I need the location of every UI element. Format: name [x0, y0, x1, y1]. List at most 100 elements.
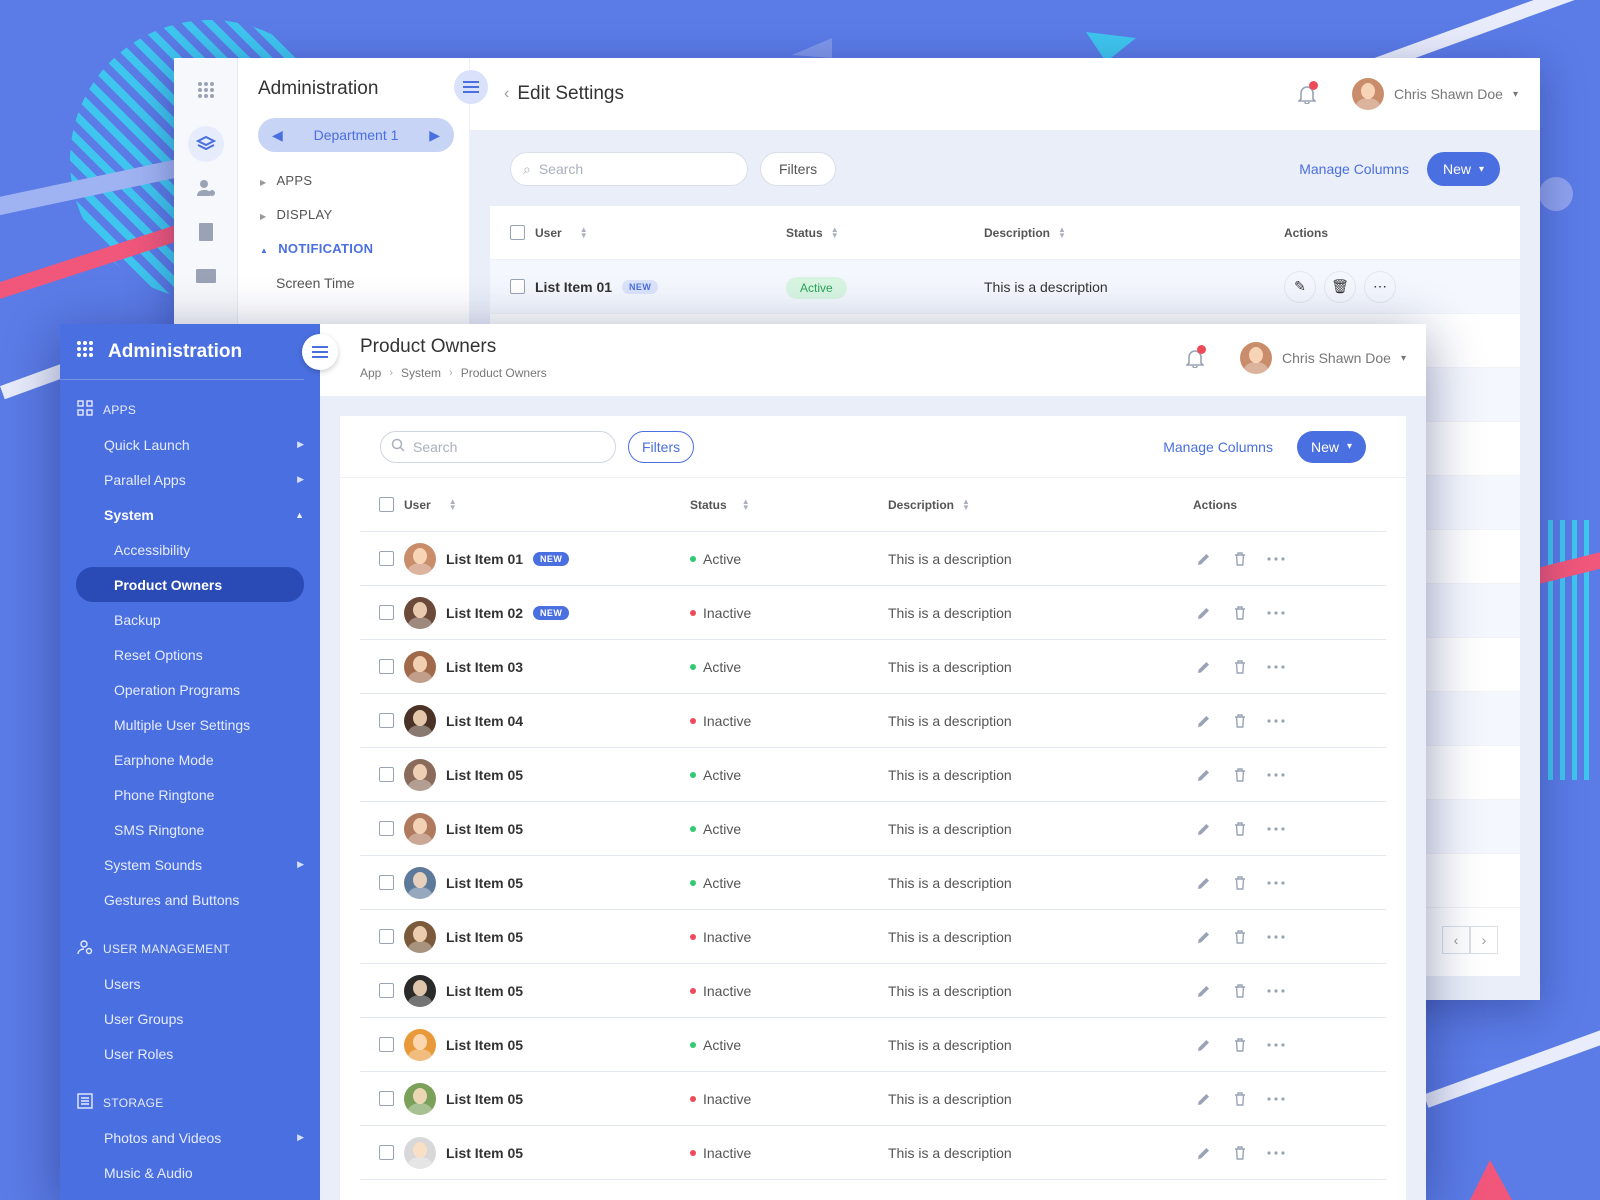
prev-page-button[interactable]: ‹	[1442, 926, 1470, 954]
edit-icon[interactable]	[1193, 926, 1215, 948]
more-icon[interactable]	[1265, 656, 1287, 678]
table-row[interactable]: List Item 05 Active This is a description	[360, 856, 1386, 910]
more-icon[interactable]	[1265, 602, 1287, 624]
table-row[interactable]: List Item 05 Active This is a description	[360, 802, 1386, 856]
select-all-checkbox[interactable]	[510, 225, 525, 240]
edit-icon[interactable]	[1193, 1034, 1215, 1056]
sidebar-item-multiple-user-settings[interactable]: Multiple User Settings	[60, 707, 320, 742]
manage-columns-link[interactable]: Manage Columns	[1299, 161, 1409, 177]
row-name[interactable]: List Item 05	[446, 983, 523, 999]
row-name[interactable]: List Item 01	[446, 551, 523, 567]
row-name[interactable]: List Item 05	[446, 1091, 523, 1107]
sidebar-item-system-sounds[interactable]: System Sounds ▶	[60, 847, 320, 882]
breadcrumb-app[interactable]: App	[360, 366, 381, 380]
table-row[interactable]: List Item 05 Inactive This is a descriptio…	[360, 964, 1386, 1018]
sort-icon[interactable]: ▲ ▼	[449, 497, 457, 511]
edit-icon[interactable]	[1193, 818, 1215, 840]
sidebar-item-reset-options[interactable]: Reset Options	[60, 637, 320, 672]
sidebar-item-music-audio[interactable]: Music & Audio	[60, 1155, 320, 1190]
tree-item-screen-time[interactable]: Screen Time	[260, 266, 469, 300]
row-checkbox[interactable]	[379, 767, 394, 782]
edit-icon[interactable]	[1193, 656, 1215, 678]
chevron-down-icon[interactable]: ▾	[1401, 353, 1406, 364]
trash-icon[interactable]	[1229, 710, 1251, 732]
filters-button[interactable]: Filters	[628, 430, 695, 463]
chevron-down-icon[interactable]: ▾	[1513, 89, 1518, 100]
row-name[interactable]: List Item 05	[446, 875, 523, 891]
edit-icon[interactable]	[1193, 764, 1215, 786]
sidebar-collapse-button[interactable]	[454, 70, 488, 104]
table-row[interactable]: List Item 05 Inactive This is a descriptio…	[360, 1072, 1386, 1126]
more-icon[interactable]	[1265, 710, 1287, 732]
row-name[interactable]: List Item 05	[446, 767, 523, 783]
new-button[interactable]: New ▾	[1426, 152, 1500, 186]
tree-item-display[interactable]: ▶ DISPLAY	[260, 198, 469, 232]
row-name[interactable]: List Item 05	[446, 1037, 523, 1053]
trash-icon[interactable]	[1229, 926, 1251, 948]
new-button[interactable]: New ▾	[1296, 430, 1366, 463]
search-input[interactable]: ⌕ Search	[510, 152, 748, 186]
user-name[interactable]: Chris Shawn Doe	[1282, 350, 1391, 366]
trash-icon[interactable]	[1229, 602, 1251, 624]
table-row[interactable]: List Item 02 NEW Inactive This is a descrip…	[360, 586, 1386, 640]
more-icon[interactable]	[1265, 980, 1287, 1002]
more-icon[interactable]	[1265, 1034, 1287, 1056]
trash-icon[interactable]	[1229, 872, 1251, 894]
row-name[interactable]: List Item 05	[446, 821, 523, 837]
sidebar-item-quick-launch[interactable]: Quick Launch ▶	[60, 427, 320, 462]
row-checkbox[interactable]	[379, 821, 394, 836]
filters-button[interactable]: Filters	[760, 152, 837, 186]
sidebar-item-user-groups[interactable]: User Groups	[60, 1001, 320, 1036]
trash-icon[interactable]	[1229, 548, 1251, 570]
more-icon[interactable]	[1265, 1088, 1287, 1110]
tree-item-notification[interactable]: ▲ NOTIFICATION	[260, 232, 469, 266]
edit-icon[interactable]	[1193, 980, 1215, 1002]
sidebar-item-system[interactable]: System ▲	[60, 497, 320, 532]
trash-icon[interactable]: 🗑	[1324, 270, 1356, 303]
column-header-status[interactable]: Status	[690, 498, 727, 512]
row-name[interactable]: List Item 03	[446, 659, 523, 675]
column-header-description[interactable]: Description	[888, 498, 954, 512]
table-row[interactable]: List Item 03 Active This is a description	[360, 640, 1386, 694]
sidebar-item-photos-and-videos[interactable]: Photos and Videos ▶	[60, 1120, 320, 1155]
edit-icon[interactable]	[1193, 710, 1215, 732]
more-icon[interactable]	[1265, 818, 1287, 840]
trash-icon[interactable]	[1229, 1142, 1251, 1164]
row-checkbox[interactable]	[379, 1037, 394, 1052]
row-checkbox[interactable]	[379, 983, 394, 998]
notification-bell-icon[interactable]	[1296, 81, 1319, 105]
edit-icon[interactable]	[1193, 872, 1215, 894]
column-header-user[interactable]: User	[404, 498, 431, 512]
sidebar-item-users[interactable]: Users	[60, 966, 320, 1001]
more-icon[interactable]	[1265, 872, 1287, 894]
row-checkbox[interactable]	[379, 929, 394, 944]
avatar[interactable]	[1352, 78, 1385, 110]
table-row[interactable]: List Item 05 Inactive This is a descriptio…	[360, 1126, 1386, 1180]
back-chevron-icon[interactable]: ‹	[504, 85, 509, 103]
search-input[interactable]: Search	[380, 430, 616, 463]
sidebar-item-earphone-mode[interactable]: Earphone Mode	[60, 742, 320, 777]
manage-columns-link[interactable]: Manage Columns	[1163, 439, 1273, 455]
mail-icon[interactable]	[188, 258, 224, 294]
avatar[interactable]	[1240, 342, 1273, 374]
sidebar-item-phone-ringtone[interactable]: Phone Ringtone	[60, 777, 320, 812]
tree-item-apps[interactable]: ▶ APPS	[260, 164, 469, 198]
row-checkbox[interactable]	[379, 1145, 394, 1160]
sidebar-item-accessibility[interactable]: Accessibility	[60, 532, 320, 567]
row-name[interactable]: List Item 04	[446, 713, 523, 729]
trash-icon[interactable]	[1229, 764, 1251, 786]
select-all-checkbox[interactable]	[379, 497, 394, 512]
table-row[interactable]: List Item 05 Inactive This is a descriptio…	[360, 910, 1386, 964]
department-switcher[interactable]: ◀ Department 1 ▶	[258, 118, 454, 152]
notification-bell-icon[interactable]	[1184, 345, 1207, 369]
trash-icon[interactable]	[1229, 818, 1251, 840]
user-settings-icon[interactable]	[188, 170, 224, 206]
row-checkbox[interactable]	[379, 659, 394, 674]
row-name[interactable]: List Item 05	[446, 929, 523, 945]
trash-icon[interactable]	[1229, 980, 1251, 1002]
more-icon[interactable]	[1265, 548, 1287, 570]
edit-icon[interactable]	[1193, 602, 1215, 624]
row-name[interactable]: List Item 05	[446, 1145, 523, 1161]
sidebar-item-sms-ringtone[interactable]: SMS Ringtone	[60, 812, 320, 847]
edit-icon[interactable]	[1193, 1088, 1215, 1110]
